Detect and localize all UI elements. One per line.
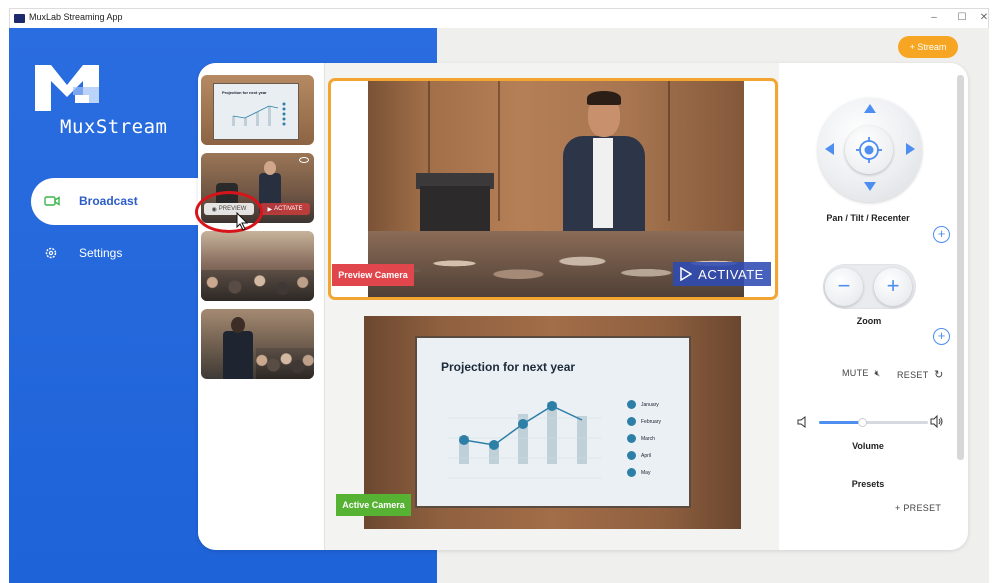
legend-dot [627, 434, 636, 443]
thumbnail-audience [201, 269, 314, 301]
thumbnail-activate-button[interactable]: ▶ ACTIVATE [260, 203, 310, 215]
add-preset-button[interactable]: + PRESET [895, 503, 941, 513]
tilt-down-arrow-icon[interactable] [864, 182, 876, 191]
presets-label: Presets [851, 479, 885, 489]
slide-legend-item: January [627, 400, 659, 409]
legend-dot [627, 400, 636, 409]
legend-dot [627, 417, 636, 426]
crosshair-icon [856, 137, 882, 163]
camera-icon [44, 196, 60, 206]
activate-button[interactable]: ACTIVATE [673, 262, 771, 286]
play-circle-icon: ▶ [267, 206, 273, 213]
sidebar-item-label: Settings [79, 246, 123, 260]
volume-slider[interactable] [819, 421, 928, 424]
thumbnail-slide: Projection for next year [213, 83, 299, 140]
reset-icon: ↻ [934, 369, 944, 381]
thumbnail-speaker-head [264, 161, 276, 175]
legend-label: April [641, 452, 652, 459]
thumbnail-audience [256, 347, 314, 379]
legend-label: January [641, 401, 659, 408]
pan-left-arrow-icon[interactable] [825, 143, 834, 155]
mouse-cursor-icon [236, 212, 249, 231]
wall-panel-line [498, 81, 500, 221]
wall-panel-line [668, 81, 670, 221]
logo-text: MuxStream [60, 116, 168, 138]
active-camera-label: Active Camera [336, 494, 411, 516]
zoom-in-button[interactable]: + [874, 268, 912, 306]
minimize-button[interactable]: – [927, 12, 941, 23]
thumbnail-person-back [223, 331, 253, 379]
gear-icon [45, 247, 57, 259]
play-icon [680, 267, 693, 281]
mute-button[interactable]: MUTE 🔇︎ [842, 368, 881, 379]
zoom-label: Zoom [856, 316, 882, 326]
muxstream-logo-icon [35, 65, 99, 111]
reset-button[interactable]: RESET ↻ [897, 368, 944, 381]
projected-slide: Projection for next year January Februar… [415, 336, 691, 508]
zoom-out-button[interactable]: − [825, 268, 863, 306]
activate-button-label: ACTIVATE [698, 266, 764, 282]
close-button[interactable]: ✕ [977, 12, 991, 23]
volume-label: Volume [852, 441, 884, 451]
volume-low-icon [797, 416, 806, 428]
controls-scrollbar[interactable] [957, 75, 964, 460]
camera-thumbnail-4[interactable] [201, 309, 314, 379]
sidebar-item-label: Broadcast [79, 194, 138, 208]
speaker-hair [587, 91, 621, 105]
thumbnail-activate-label: ACTIVATE [274, 206, 303, 212]
speaker-shirt [593, 138, 613, 228]
thumbnail-person-head [231, 317, 245, 333]
reset-label: RESET [897, 370, 929, 380]
active-camera-view[interactable]: Projection for next year January Februar… [364, 316, 741, 529]
highlight-annotation-circle [195, 191, 263, 233]
pan-tilt-label: Pan / Tilt / Recenter [826, 213, 910, 223]
legend-dot [627, 468, 636, 477]
app-icon [14, 14, 25, 23]
sidebar-item-broadcast[interactable]: Broadcast [44, 194, 138, 208]
recenter-button[interactable] [845, 126, 893, 174]
tilt-up-arrow-icon[interactable] [864, 104, 876, 113]
window-titlebar: MuxLab Streaming App – ☐ ✕ [9, 8, 989, 28]
pan-right-arrow-icon[interactable] [906, 143, 915, 155]
sidebar-item-settings[interactable]: Settings [44, 246, 122, 260]
add-stream-button[interactable]: + Stream [898, 36, 958, 58]
add-ptz-button[interactable]: + [933, 226, 950, 243]
legend-dot [627, 451, 636, 460]
window-title: MuxLab Streaming App [29, 12, 123, 22]
add-zoom-button[interactable]: + [933, 328, 950, 345]
eye-icon [299, 157, 309, 163]
maximize-button[interactable]: ☐ [955, 12, 969, 23]
legend-label: February [641, 418, 662, 425]
camera-thumbnail-1[interactable]: Projection for next year [201, 75, 314, 145]
preview-camera-label: Preview Camera [332, 264, 414, 286]
slide-legend-item: May [627, 468, 650, 477]
mute-speaker-icon: 🔇︎ [874, 368, 881, 378]
slide-legend-item: April [627, 451, 651, 460]
thumbnail-slide-title: Projection for next year [222, 90, 267, 95]
slide-legend-item: March [627, 434, 655, 443]
volume-slider-fill [819, 421, 863, 424]
legend-label: May [641, 469, 651, 476]
mute-label: MUTE [842, 368, 869, 378]
volume-slider-knob[interactable] [858, 418, 867, 427]
slide-legend-item: February [627, 417, 661, 426]
volume-high-icon [930, 415, 943, 428]
camera-thumbnail-3[interactable] [201, 231, 314, 301]
legend-label: March [641, 435, 655, 442]
